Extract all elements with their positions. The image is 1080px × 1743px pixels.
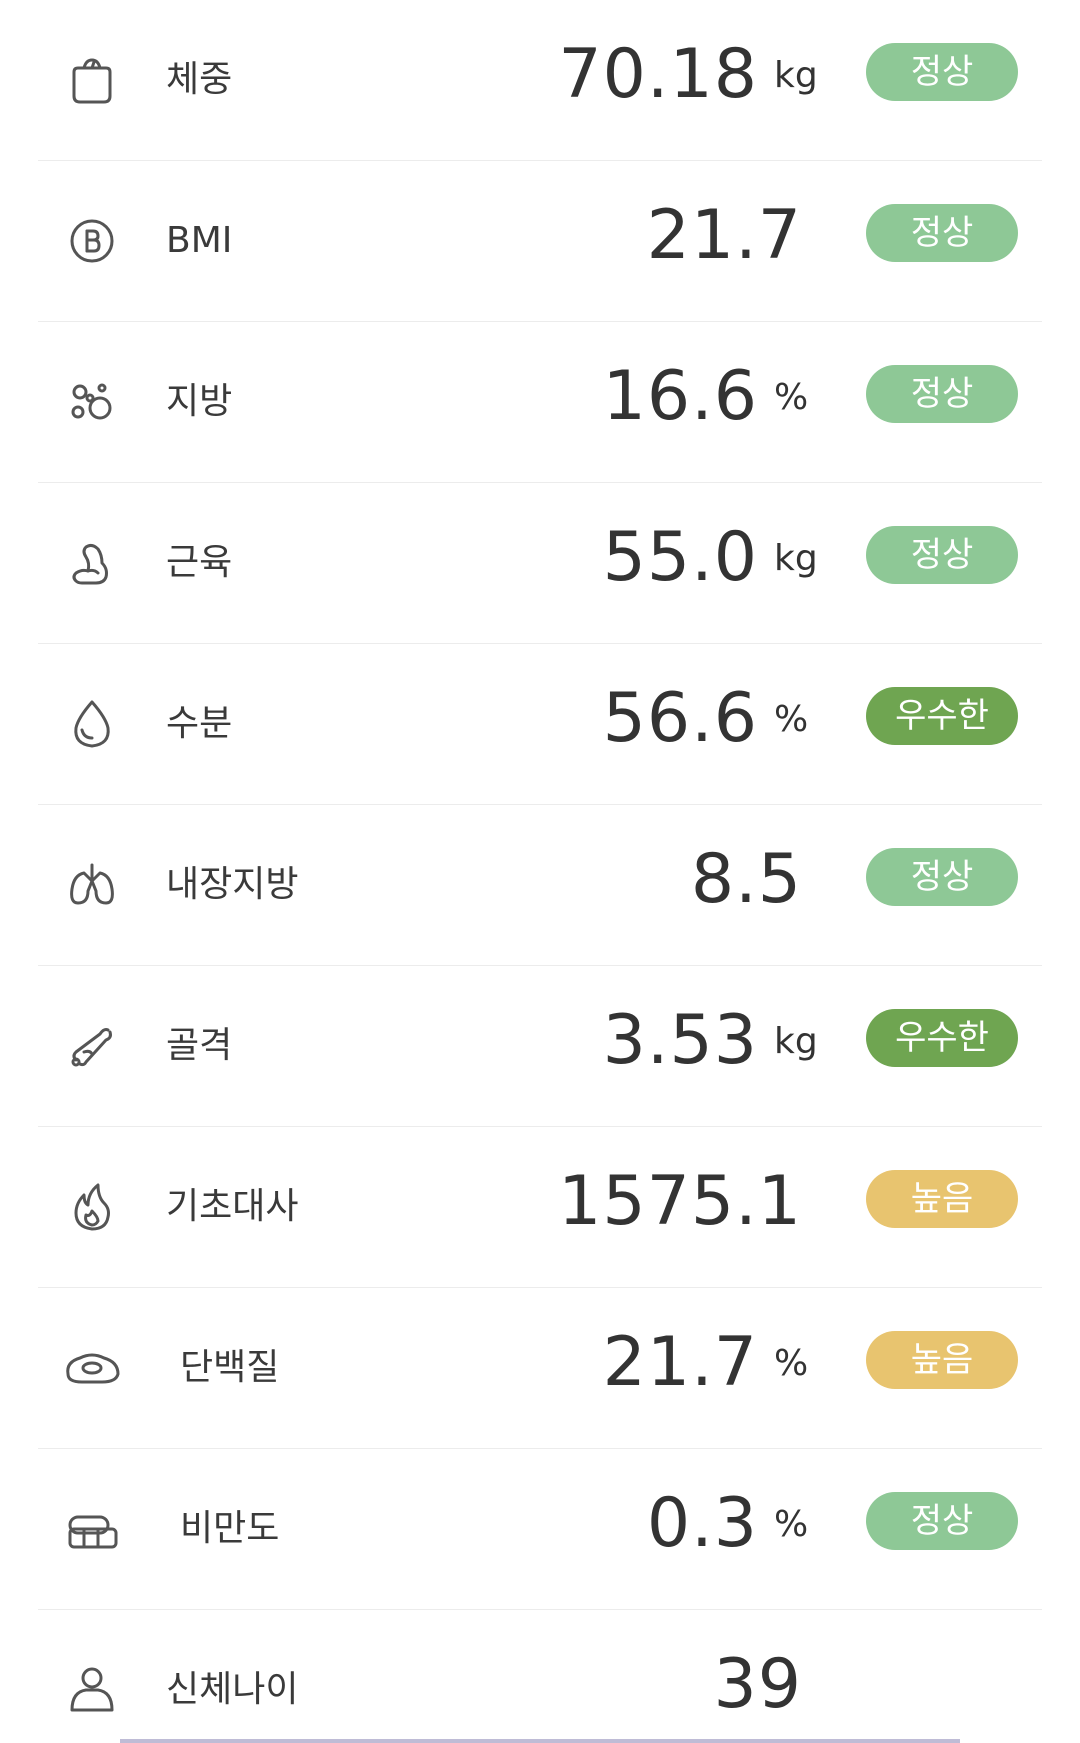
protein-icon xyxy=(62,1338,122,1398)
metric-row-obesity[interactable]: 비만도 0.3 % 정상 xyxy=(0,1449,1080,1610)
bmi-icon xyxy=(62,211,122,271)
metric-unit: kg xyxy=(774,1021,818,1062)
weight-icon xyxy=(62,50,122,110)
metric-label: 수분 xyxy=(166,703,233,744)
metric-value: 21.7 xyxy=(646,196,802,275)
fat-icon xyxy=(62,372,122,432)
status-badge: 정상 xyxy=(866,365,1018,423)
metric-value: 8.5 xyxy=(690,840,802,919)
metric-label: 기초대사 xyxy=(166,1186,299,1227)
metric-label: 내장지방 xyxy=(166,864,299,905)
scroll-indicator xyxy=(120,1739,960,1743)
body-composition-list: 체중 70.18 kg 정상 BMI 21.7 정상 지방 16.6 % 정상 … xyxy=(0,0,1080,1743)
metric-row-body-age[interactable]: 신체나이 39 xyxy=(0,1610,1080,1743)
metric-label: BMI xyxy=(166,220,233,261)
status-badge: 우수한 xyxy=(866,687,1018,745)
metric-value: 3.53 xyxy=(602,1001,758,1080)
metric-label: 골격 xyxy=(166,1025,233,1066)
metric-label: 단백질 xyxy=(180,1347,280,1388)
bone-icon xyxy=(62,1016,122,1076)
metric-row-protein[interactable]: 단백질 21.7 % 높음 xyxy=(0,1288,1080,1449)
metric-row-bmr[interactable]: 기초대사 1575.1 높음 xyxy=(0,1127,1080,1288)
body-age-icon xyxy=(62,1660,122,1720)
status-badge: 높음 xyxy=(866,1170,1018,1228)
metric-unit: kg xyxy=(774,538,818,579)
metric-unit: % xyxy=(774,1504,809,1545)
metric-row-bmi[interactable]: BMI 21.7 정상 xyxy=(0,161,1080,322)
metric-row-fat[interactable]: 지방 16.6 % 정상 xyxy=(0,322,1080,483)
status-badge: 우수한 xyxy=(866,1009,1018,1067)
metric-row-visceral-fat[interactable]: 내장지방 8.5 정상 xyxy=(0,805,1080,966)
metric-value: 21.7 xyxy=(602,1323,758,1402)
status-badge: 정상 xyxy=(866,848,1018,906)
obesity-icon xyxy=(62,1499,122,1559)
flame-icon xyxy=(62,1177,122,1237)
metric-label: 근육 xyxy=(166,542,233,583)
metric-value: 1575.1 xyxy=(558,1162,802,1241)
metric-value: 70.18 xyxy=(558,35,758,114)
metric-unit: kg xyxy=(774,55,818,96)
status-badge: 정상 xyxy=(866,1492,1018,1550)
status-badge: 정상 xyxy=(866,43,1018,101)
status-badge: 정상 xyxy=(866,526,1018,584)
metric-label: 신체나이 xyxy=(166,1669,299,1710)
metric-value: 16.6 xyxy=(602,357,758,436)
metric-value: 39 xyxy=(713,1645,802,1724)
metric-label: 지방 xyxy=(166,381,233,422)
metric-row-muscle[interactable]: 근육 55.0 kg 정상 xyxy=(0,483,1080,644)
lungs-icon xyxy=(62,855,122,915)
muscle-icon xyxy=(62,533,122,593)
metric-row-water[interactable]: 수분 56.6 % 우수한 xyxy=(0,644,1080,805)
metric-value: 0.3 xyxy=(646,1484,758,1563)
status-badge: 정상 xyxy=(866,204,1018,262)
water-drop-icon xyxy=(62,694,122,754)
metric-label: 체중 xyxy=(166,59,233,100)
metric-row-skeleton[interactable]: 골격 3.53 kg 우수한 xyxy=(0,966,1080,1127)
metric-value: 55.0 xyxy=(602,518,758,597)
metric-unit: % xyxy=(774,699,809,740)
metric-value: 56.6 xyxy=(602,679,758,758)
metric-unit: % xyxy=(774,377,809,418)
status-badge: 높음 xyxy=(866,1331,1018,1389)
metric-row-weight[interactable]: 체중 70.18 kg 정상 xyxy=(0,0,1080,161)
metric-unit: % xyxy=(774,1343,809,1384)
metric-label: 비만도 xyxy=(180,1508,280,1549)
